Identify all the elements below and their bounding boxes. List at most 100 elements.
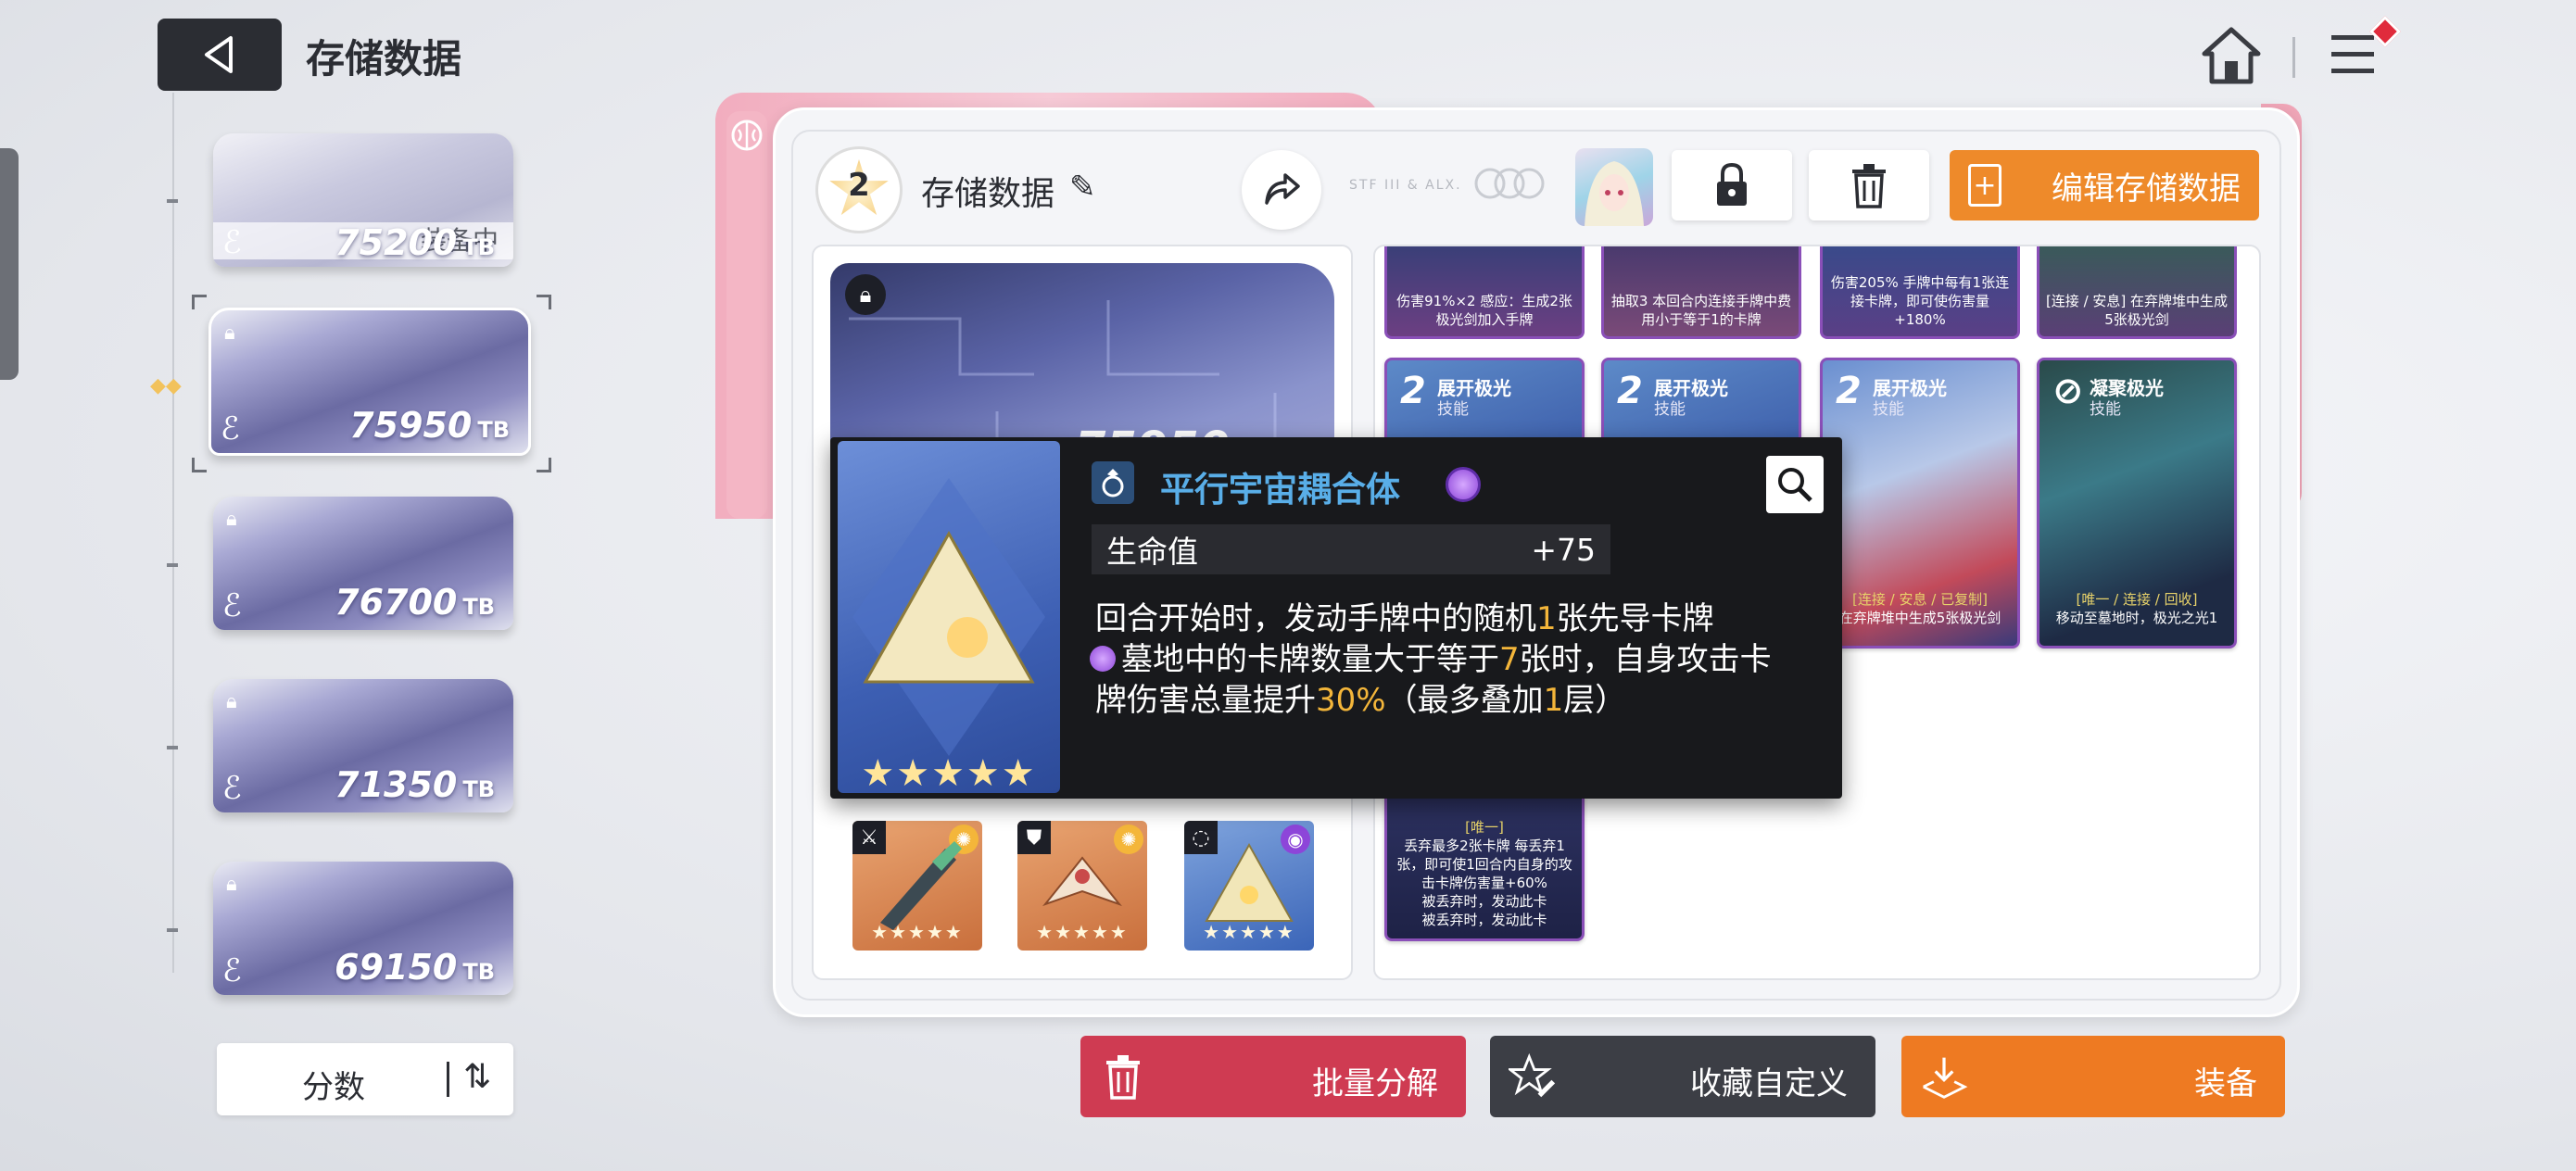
lock-icon (1717, 162, 1747, 206)
equipment-slot-weapon[interactable]: ⚔ ✺ ★★★★★ (852, 821, 982, 951)
timeline-tick (167, 746, 178, 749)
selection-bracket (192, 295, 207, 309)
edge-handle[interactable] (0, 148, 19, 380)
trash-icon (1099, 1052, 1147, 1101)
lock-button[interactable] (1672, 150, 1792, 220)
collect-custom-button[interactable]: 收藏自定义 (1490, 1036, 1875, 1117)
skill-card[interactable]: 抽取3 本回合内连接手牌中费用小于等于1的卡牌 (1601, 246, 1801, 339)
effect-line: 回合开始时，发动手牌中的随机1张先导卡牌 (1095, 600, 1714, 637)
equipment-slot-accessory[interactable]: ◌ ◉ ★★★★★ (1184, 821, 1314, 951)
edit-name-icon[interactable]: ✎ (1069, 169, 1096, 206)
storage-slot[interactable]: 装备中 ℰ 75200 TB (213, 133, 513, 267)
share-icon (1265, 173, 1300, 205)
faint-caption: STF III & ALX. (1349, 178, 1462, 193)
slot-value: 69150 TB (335, 947, 495, 988)
sort-separator (447, 1062, 449, 1097)
batch-decompose-label: 批量分解 (1312, 1065, 1438, 1102)
rarity-stars: ★★★★★ (861, 752, 1037, 795)
character-avatar[interactable] (1575, 148, 1653, 226)
equip-download-icon (1920, 1052, 1968, 1101)
back-button[interactable] (158, 19, 282, 91)
card-type: 技能 (1437, 400, 1469, 419)
equip-button[interactable]: 装备 (1901, 1036, 2285, 1117)
back-triangle-icon (205, 36, 233, 73)
slot-value: 71350 TB (335, 764, 495, 805)
stat-value: +75 (1531, 531, 1596, 568)
item-thumbnail (838, 441, 1060, 793)
storage-slot-selected[interactable]: 🔒︎ ℰ 75950 TB (208, 308, 531, 456)
void-gem-icon (1446, 467, 1481, 502)
equipment-slot-armor[interactable]: ⛊ ✺ ★★★★★ (1017, 821, 1147, 951)
timeline-tick (167, 199, 178, 203)
selection-bracket (192, 458, 207, 472)
stat-name: 生命值 (1106, 534, 1198, 570)
edit-deck-icon: + (1968, 164, 2001, 207)
inspect-button[interactable] (1766, 456, 1824, 513)
batch-decompose-button[interactable]: 批量分解 (1080, 1036, 1466, 1117)
lock-icon: 🔒︎ (226, 873, 237, 896)
card-cost: 2 (1836, 370, 1862, 412)
home-button[interactable] (2198, 22, 2265, 89)
lock-icon: 🔒︎ (226, 690, 237, 713)
selection-bracket (537, 458, 551, 472)
slot-value: 76700 TB (335, 582, 495, 623)
slot-emblem-icon: ℰ (221, 410, 240, 447)
rarity-stars: ★★★★★ (871, 921, 964, 943)
home-icon (2202, 27, 2261, 84)
rings-icon (1474, 168, 1545, 199)
slot-emblem-icon: ℰ (222, 224, 242, 261)
collect-custom-label: 收藏自定义 (1690, 1065, 1848, 1102)
sort-button[interactable]: 分数 ⇅ (217, 1043, 513, 1115)
level-number: 2 (848, 167, 870, 204)
card-type: 技能 (1873, 400, 1904, 419)
edit-storage-label: 编辑存储数据 (2052, 170, 2241, 208)
header-separator (2292, 37, 2295, 78)
trash-icon (1852, 164, 1886, 208)
selection-indicator-icon: ◆◆ (150, 374, 182, 397)
card-description: 伤害91%×2 感应：生成2张极光剑加入手牌 (1396, 293, 1572, 328)
rarity-stars: ★★★★★ (1036, 921, 1129, 943)
card-description: 伤害205% 手牌中每有1张连接卡牌，即可使伤害量+180% (1830, 274, 2010, 328)
slot-value: 75200 TB (335, 222, 495, 263)
lock-icon: 🔒︎ (224, 321, 235, 345)
side-strip (726, 111, 767, 519)
star-edit-icon (1509, 1052, 1557, 1101)
card-description: [唯一 / 连接 / 回收] 移动至墓地时，极光之光1 (2055, 591, 2218, 626)
skill-card[interactable]: 2 展开极光 技能 [连接 / 安息 / 已复制] 在弃牌堆中生成5张极光剑 (1820, 358, 2020, 648)
storage-name: 存储数据 (921, 175, 1055, 213)
card-description: [连接 / 安息] 在弃牌堆中生成5张极光剑 (2045, 293, 2229, 328)
void-gem-icon (1090, 646, 1116, 672)
effect-line: 墓地中的卡牌数量大于等于7张时，自身攻击卡 (1090, 634, 1772, 679)
effect-line: 牌伤害总量提升30%（最多叠加1层） (1095, 682, 1627, 719)
card-cost: 2 (1400, 370, 1426, 412)
card-cost: ⊘ (2052, 370, 2084, 412)
skill-card[interactable]: 伤害91%×2 感应：生成2张极光剑加入手牌 (1384, 246, 1585, 339)
sort-label: 分数 (302, 1069, 365, 1106)
storage-slot[interactable]: 🔒︎ ℰ 69150 TB (213, 862, 513, 995)
delete-button[interactable] (1809, 150, 1929, 220)
search-icon (1778, 468, 1812, 502)
pyramid-icon (852, 478, 1045, 756)
ring-icon (1092, 461, 1134, 504)
share-button[interactable] (1242, 150, 1321, 230)
list-timeline (172, 93, 174, 973)
item-tooltip: ★★★★★ 平行宇宙耦合体 生命值 +75 回合开始时，发动手牌中的随机1张先导… (830, 437, 1842, 799)
sort-arrows-icon[interactable]: ⇅ (463, 1058, 491, 1096)
edit-storage-button[interactable]: + 编辑存储数据 (1950, 150, 2259, 220)
card-cost: 2 (1617, 370, 1643, 412)
slot-value: 75950 TB (349, 405, 510, 446)
lock-icon: 🔒︎ (226, 508, 237, 531)
page-title: 存储数据 (306, 36, 462, 82)
rarity-stars: ★★★★★ (1203, 921, 1295, 943)
equip-label: 装备 (2194, 1065, 2257, 1102)
skill-card[interactable]: ⊘ 凝聚极光 技能 [唯一 / 连接 / 回收] 移动至墓地时，极光之光1 (2037, 358, 2237, 648)
character-portrait-icon (1585, 161, 1644, 226)
slot-emblem-icon: ℰ (222, 770, 242, 807)
card-description: [连接 / 安息 / 已复制] 在弃牌堆中生成5张极光剑 (1838, 591, 2001, 626)
storage-slot[interactable]: 🔒︎ ℰ 76700 TB (213, 497, 513, 630)
item-title: 平行宇宙耦合体 (1160, 470, 1400, 510)
skill-card[interactable]: 伤害205% 手牌中每有1张连接卡牌，即可使伤害量+180% (1820, 246, 2020, 339)
storage-slot[interactable]: 🔒︎ ℰ 71350 TB (213, 679, 513, 812)
card-description: [唯一] 丢弃最多2张卡牌 每丢弃1张，即可使1回合内自身的攻击卡牌伤害量+60%… (1396, 819, 1572, 928)
skill-card[interactable]: [连接 / 安息] 在弃牌堆中生成5张极光剑 (2037, 246, 2237, 339)
